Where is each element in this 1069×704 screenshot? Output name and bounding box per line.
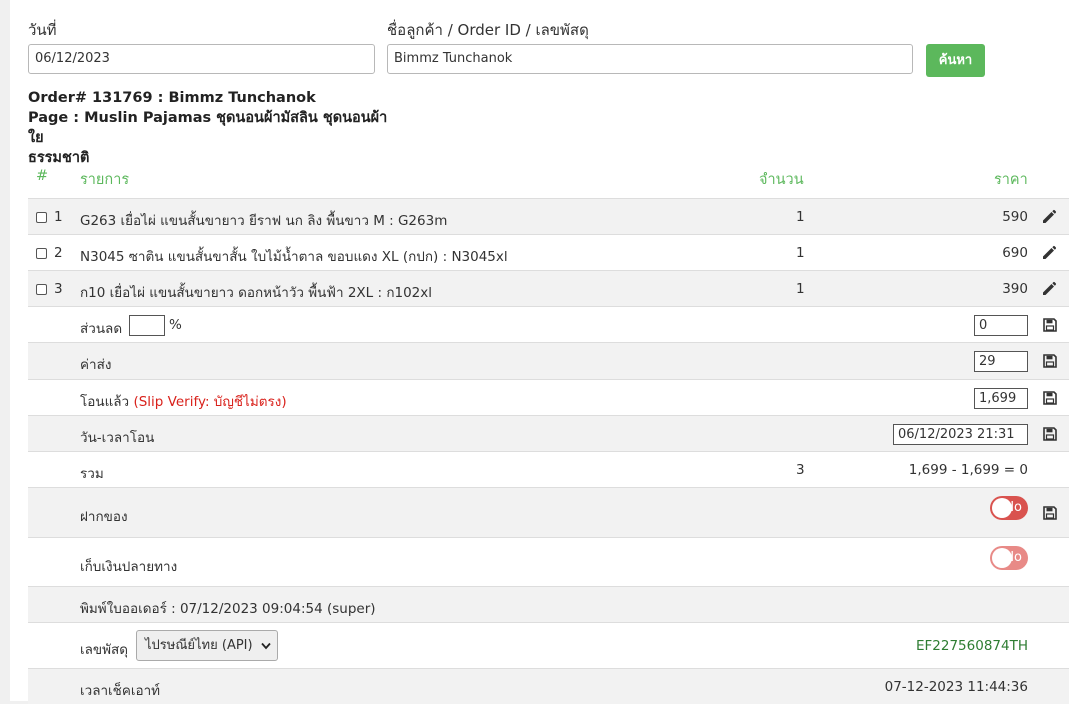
checkout-row: เวลาเช็คเอาท์ 07-12-2023 11:44:36 <box>28 668 1069 704</box>
order-info: Order# 131769 : Bimmz Tunchanok Page : M… <box>28 88 388 168</box>
item-price: 590 <box>1002 209 1028 225</box>
deposit-label: ฝากของ <box>80 509 128 525</box>
discount-label: ส่วนลด <box>80 321 123 337</box>
printed-text: พิมพ์ใบออเดอร์ : 07/12/2023 09:04:54 (su… <box>80 601 376 617</box>
save-icon[interactable] <box>1043 354 1057 368</box>
pencil-icon[interactable] <box>1041 209 1057 225</box>
toggle-knob <box>992 498 1012 518</box>
item-price: 690 <box>1002 245 1028 261</box>
item-qty: 1 <box>796 209 805 225</box>
item-name: ก10 เยื่อไผ่ แขนสั้นขายาว ดอกหน้าวัว พื้… <box>80 285 433 301</box>
customer-search-label: ชื่อลูกค้า / Order ID / เลขพัสดุ <box>387 21 589 39</box>
cod-row: เก็บเงินปลายทาง No <box>28 537 1069 586</box>
checkout-label: เวลาเช็คเอาท์ <box>80 683 161 699</box>
transferred-label: โอนแล้ว <box>80 394 130 410</box>
pencil-icon[interactable] <box>1041 281 1057 297</box>
save-icon[interactable] <box>1043 506 1057 520</box>
header-item: รายการ <box>80 172 130 188</box>
carrier-select[interactable]: ไปรษณีย์ไทย (API) <box>136 630 278 661</box>
discount-row: ส่วนลด % 0 <box>28 306 1069 342</box>
item-num: 2 <box>54 245 63 261</box>
table-row: 2 N3045 ซาติน แขนสั้นขาสั้น ใบไม้น้ำตาล … <box>28 234 1069 270</box>
total-formula: 1,699 - 1,699 = 0 <box>908 462 1028 478</box>
table-row: 1 G263 เยื่อไผ่ แขนสั้นขายาว ยีราฟ นก ลิ… <box>28 198 1069 234</box>
item-checkbox[interactable] <box>36 212 47 223</box>
shipping-input[interactable]: 29 <box>974 351 1028 372</box>
customer-search-input[interactable]: Bimmz Tunchanok <box>387 44 913 74</box>
tracking-number[interactable]: EF227560874TH <box>916 638 1028 654</box>
carrier-select-value: ไปรษณีย์ไทย (API) <box>145 638 253 653</box>
printed-row: พิมพ์ใบออเดอร์ : 07/12/2023 09:04:54 (su… <box>28 586 1069 622</box>
save-icon[interactable] <box>1043 318 1057 332</box>
order-panel: วันที่ 06/12/2023 ชื่อลูกค้า / Order ID … <box>10 0 1069 704</box>
shipping-label: ค่าส่ง <box>80 357 112 373</box>
save-icon[interactable] <box>1043 391 1057 405</box>
header-qty: จำนวน <box>759 172 804 188</box>
percent-sign: % <box>169 317 182 333</box>
shipping-row: ค่าส่ง 29 <box>28 342 1069 379</box>
deposit-toggle[interactable]: No <box>990 496 1028 520</box>
table-row: 3 ก10 เยื่อไผ่ แขนสั้นขายาว ดอกหน้าวัว พ… <box>28 270 1069 306</box>
header-price: ราคา <box>994 172 1028 188</box>
checkout-time: 07-12-2023 11:44:36 <box>884 679 1028 695</box>
item-num: 1 <box>54 209 63 225</box>
item-checkbox[interactable] <box>36 284 47 295</box>
total-label: รวม <box>80 466 104 482</box>
transfer-time-input[interactable]: 06/12/2023 21:31 <box>893 424 1028 445</box>
tracking-row: เลขพัสดุ ไปรษณีย์ไทย (API) EF227560874TH <box>28 622 1069 668</box>
total-row: รวม 3 1,699 - 1,699 = 0 <box>28 451 1069 487</box>
transferred-row: โอนแล้ว (Slip Verify: บัญชีไม่ตรง) 1,699 <box>28 379 1069 415</box>
transfer-time-label: วัน-เวลาโอน <box>80 430 155 446</box>
item-num: 3 <box>54 281 63 297</box>
search-button[interactable]: ค้นหา <box>926 44 985 77</box>
deposit-row: ฝากของ No <box>28 487 1069 537</box>
table-header: # รายการ จำนวน ราคา <box>28 160 1069 198</box>
item-checkbox[interactable] <box>36 248 47 259</box>
discount-percent-input[interactable] <box>129 315 165 336</box>
item-price: 390 <box>1002 281 1028 297</box>
item-name: N3045 ซาติน แขนสั้นขาสั้น ใบไม้น้ำตาล ขอ… <box>80 249 508 265</box>
discount-value-input[interactable]: 0 <box>974 315 1028 336</box>
transfer-time-row: วัน-เวลาโอน 06/12/2023 21:31 <box>28 415 1069 451</box>
total-qty: 3 <box>796 462 805 478</box>
cod-label: เก็บเงินปลายทาง <box>80 559 178 575</box>
header-num: # <box>36 168 49 184</box>
transferred-input[interactable]: 1,699 <box>974 388 1028 409</box>
item-qty: 1 <box>796 281 805 297</box>
item-qty: 1 <box>796 245 805 261</box>
order-title: Order# 131769 : Bimmz Tunchanok <box>28 90 316 106</box>
cod-toggle[interactable]: No <box>990 546 1028 570</box>
date-label: วันที่ <box>28 21 57 39</box>
slip-verify-warning: (Slip Verify: บัญชีไม่ตรง) <box>133 394 287 410</box>
save-icon[interactable] <box>1043 427 1057 441</box>
chevron-down-icon <box>261 642 271 650</box>
transferred-label-group: โอนแล้ว (Slip Verify: บัญชีไม่ตรง) <box>80 390 287 412</box>
tracking-label: เลขพัสดุ <box>80 642 129 658</box>
pencil-icon[interactable] <box>1041 245 1057 261</box>
order-page-line1: Page : Muslin Pajamas ชุดนอนผ้ามัสลิน ชุ… <box>28 110 388 146</box>
toggle-knob <box>992 548 1012 568</box>
date-input[interactable]: 06/12/2023 <box>28 44 375 74</box>
item-name: G263 เยื่อไผ่ แขนสั้นขายาว ยีราฟ นก ลิง … <box>80 213 448 229</box>
